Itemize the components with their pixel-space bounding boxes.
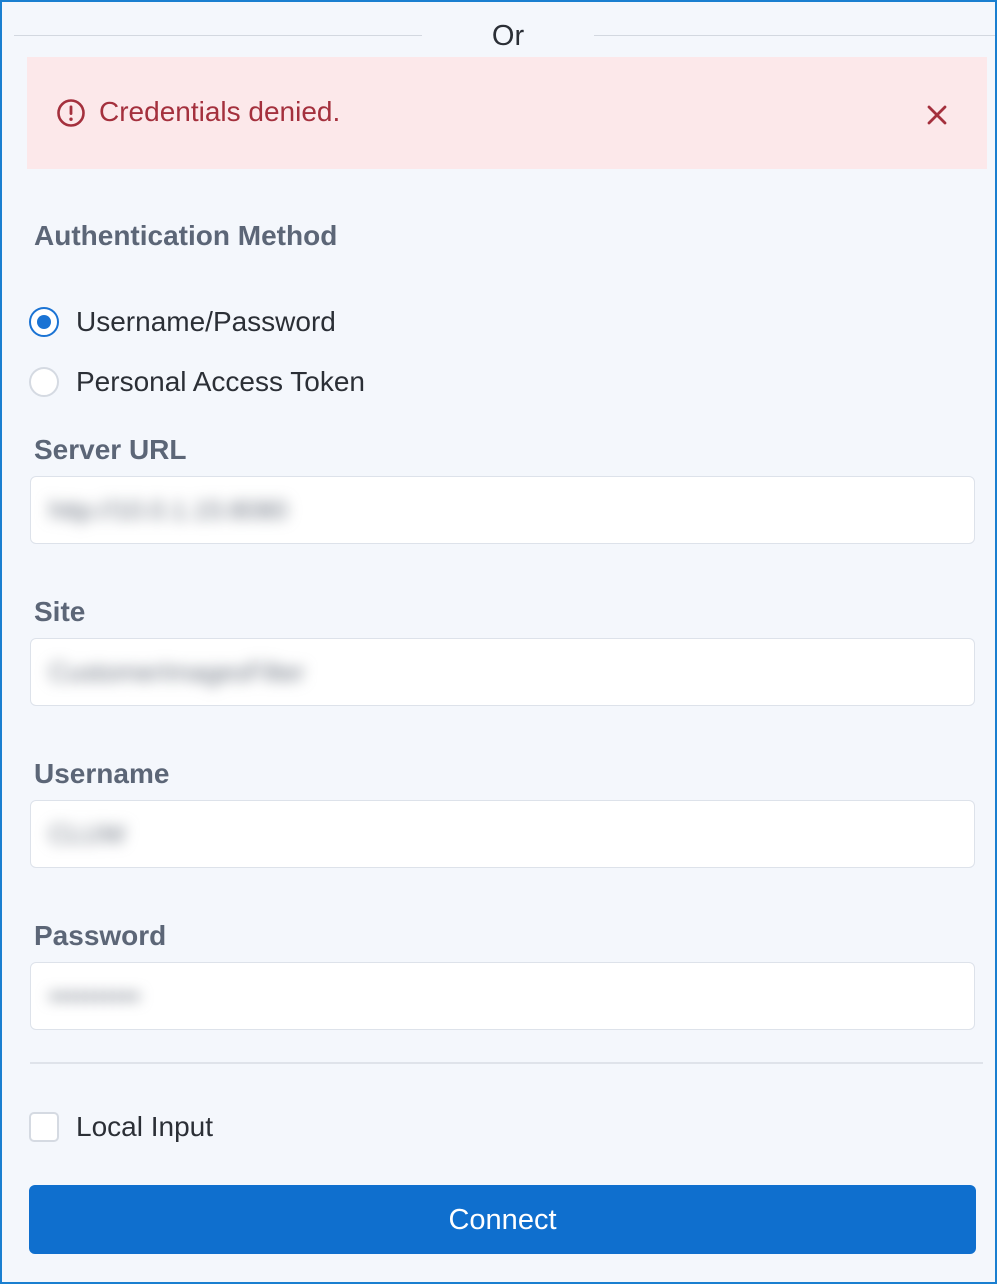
password-label: Password	[34, 920, 167, 951]
username-label: Username	[34, 758, 170, 789]
error-alert: Credentials denied.	[27, 57, 987, 169]
section-divider	[30, 1062, 983, 1064]
connect-button[interactable]: Connect	[29, 1185, 976, 1254]
alert-circle-icon	[57, 99, 85, 127]
radio-personal-access-token[interactable]: Personal Access Token	[29, 362, 365, 402]
local-input-toggle[interactable]: Local Input	[29, 1107, 213, 1147]
username-input[interactable]: CLUW	[30, 800, 975, 868]
alert-message: Credentials denied.	[99, 96, 341, 127]
auth-method-title: Authentication Method	[34, 220, 338, 251]
username-value: CLUW	[49, 819, 126, 849]
local-input-label: Local Input	[76, 1111, 213, 1142]
divider-line-right	[594, 35, 995, 36]
radio-button-unselected[interactable]	[29, 367, 59, 397]
site-input[interactable]: CustomerImagesFilter	[30, 638, 975, 706]
connection-panel: Or Credentials denied. Authentication Me…	[0, 0, 997, 1284]
server-url-label: Server URL	[34, 434, 187, 465]
or-divider: Or	[2, 20, 995, 54]
close-icon[interactable]	[924, 102, 950, 128]
password-value: ••••••••••	[49, 981, 141, 1011]
radio-username-password[interactable]: Username/Password	[29, 302, 336, 342]
password-input[interactable]: ••••••••••	[30, 962, 975, 1030]
radio-label-username-password: Username/Password	[76, 306, 336, 337]
or-label: Or	[491, 20, 525, 52]
local-input-checkbox[interactable]	[29, 1112, 59, 1142]
site-value: CustomerImagesFilter	[49, 657, 305, 687]
server-url-value: http://10.0.1.15:8080	[49, 495, 288, 525]
server-url-input[interactable]: http://10.0.1.15:8080	[30, 476, 975, 544]
site-label: Site	[34, 596, 86, 627]
radio-label-personal-access-token: Personal Access Token	[76, 366, 365, 397]
divider-line-left	[14, 35, 422, 36]
radio-button-selected[interactable]	[29, 307, 59, 337]
